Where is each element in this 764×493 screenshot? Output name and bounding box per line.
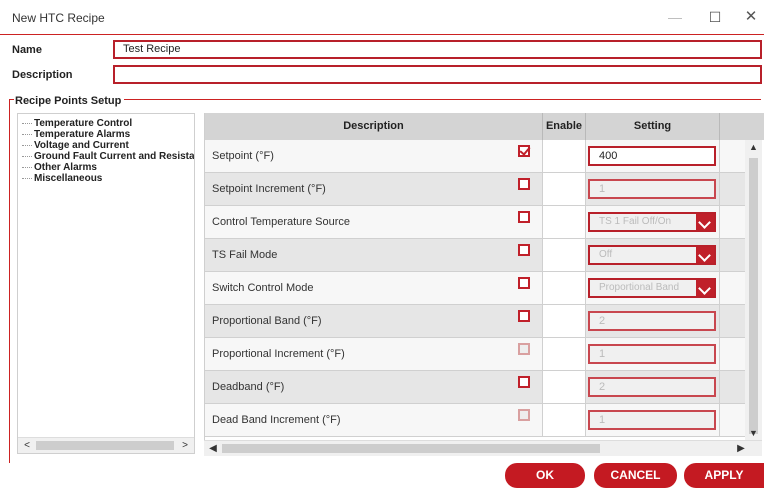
table-row[interactable]: Proportional Band (°F) 2 [205,305,764,338]
row-enable-cell [543,239,586,272]
tree-item-temperature-control[interactable]: Temperature Control [22,118,132,129]
column-header-enable[interactable]: Enable [543,113,586,140]
enable-checkbox[interactable] [518,211,530,223]
table-row[interactable]: Control Temperature Source TS 1 Fail Off/… [205,206,764,239]
scroll-up-icon[interactable]: ▲ [745,140,762,154]
table-row[interactable]: Switch Control Mode Proportional Band [205,272,764,305]
ok-button[interactable]: OK [505,463,585,488]
chevron-down-icon[interactable] [696,247,714,263]
tree-item-label: Voltage and Current [34,140,129,151]
row-description: Switch Control Mode [205,272,543,305]
tree-item-ground-fault[interactable]: Ground Fault Current and Resistanc [22,151,195,162]
table-row[interactable]: TS Fail Mode Off [205,239,764,272]
enable-checkbox[interactable] [518,409,530,421]
row-enable-cell [543,272,586,305]
row-description: Deadband (°F) [205,371,543,404]
column-header-setting[interactable]: Setting [586,113,720,140]
table-row[interactable]: Deadband (°F) 2 [205,371,764,404]
scroll-thumb[interactable] [749,158,758,434]
row-enable-cell [543,305,586,338]
enable-checkbox[interactable] [518,343,530,355]
tree-item-voltage-current[interactable]: Voltage and Current [22,140,129,151]
enable-checkbox[interactable] [518,178,530,190]
row-description: Proportional Band (°F) [205,305,543,338]
enable-checkbox[interactable] [518,277,530,289]
enable-checkbox[interactable] [518,310,530,322]
table-row[interactable]: Setpoint Increment (°F) 1 [205,173,764,206]
row-enable-cell [543,338,586,371]
scroll-down-icon[interactable]: ▼ [745,426,762,440]
table-row[interactable]: Setpoint (°F) 400 [205,140,764,173]
scroll-left-icon[interactable]: < [20,438,34,453]
minimize-icon[interactable]: — [660,6,690,28]
category-tree[interactable]: Temperature Control Temperature Alarms V… [17,113,195,454]
tree-item-label: Other Alarms [34,162,97,173]
description-field[interactable] [113,65,762,84]
cancel-button[interactable]: CANCEL [594,463,677,488]
scroll-right-icon[interactable]: > [178,438,192,453]
maximize-icon[interactable]: ☐ [700,6,730,28]
grid-hscrollbar[interactable]: ◀ ▶ [204,440,762,456]
row-enable-cell [543,206,586,239]
setting-dropdown-value: Off [599,249,613,260]
row-description: Setpoint (°F) [205,140,543,173]
setting-dropdown[interactable]: Proportional Band [588,278,716,298]
setting-dropdown-value: Proportional Band [599,282,680,293]
tree-hscrollbar[interactable]: < > [18,437,194,453]
setting-dropdown[interactable]: Off [588,245,716,265]
setting-input[interactable]: 2 [588,311,716,331]
scroll-thumb[interactable] [222,444,600,453]
chevron-down-icon[interactable] [696,214,714,230]
table-row[interactable]: Dead Band Increment (°F) 1 [205,404,764,437]
row-description: Setpoint Increment (°F) [205,173,543,206]
table-row[interactable]: Proportional Increment (°F) 1 [205,338,764,371]
scroll-left-icon[interactable]: ◀ [206,441,220,456]
recipe-points-grid: Description Enable Setting Setpoint (°F)… [204,113,764,454]
enable-checkbox[interactable] [518,244,530,256]
group-title: Recipe Points Setup [14,95,125,107]
tree-item-label: Temperature Control [34,118,133,129]
name-field[interactable]: Test Recipe [113,40,762,59]
setting-input[interactable]: 1 [588,410,716,430]
enable-checkbox[interactable] [518,376,530,388]
row-enable-cell [543,173,586,206]
row-description: Control Temperature Source [205,206,543,239]
grid-vscrollbar[interactable]: ▲ ▼ [745,140,762,440]
tree-item-temperature-alarms[interactable]: Temperature Alarms [22,129,130,140]
window-title: New HTC Recipe [12,11,105,25]
setting-input[interactable]: 2 [588,377,716,397]
title-bar: New HTC Recipe — ☐ ✕ [0,0,764,34]
tree-item-label: Temperature Alarms [34,129,131,140]
scroll-right-icon[interactable]: ▶ [734,441,748,456]
close-icon[interactable]: ✕ [736,6,764,28]
title-divider [0,34,764,35]
row-description: Dead Band Increment (°F) [205,404,543,437]
tree-item-miscellaneous[interactable]: Miscellaneous [22,173,102,184]
enable-checkbox[interactable] [518,145,530,157]
tree-item-label: Miscellaneous [34,173,103,184]
column-header-description[interactable]: Description [205,113,543,140]
setting-input[interactable]: 1 [588,179,716,199]
description-label: Description [12,69,73,81]
setting-input[interactable]: 400 [588,146,716,166]
column-header-extra [720,113,764,140]
setting-dropdown-value: TS 1 Fail Off/On [599,216,672,227]
setting-dropdown[interactable]: TS 1 Fail Off/On [588,212,716,232]
row-enable-cell [543,140,586,173]
tree-item-label: Ground Fault Current and Resistanc [34,151,195,162]
tree-item-other-alarms[interactable]: Other Alarms [22,162,97,173]
row-enable-cell [543,371,586,404]
row-description: Proportional Increment (°F) [205,338,543,371]
apply-button[interactable]: APPLY [684,463,764,488]
scroll-thumb[interactable] [36,441,174,450]
setting-input[interactable]: 1 [588,344,716,364]
row-enable-cell [543,404,586,437]
name-label: Name [12,44,42,56]
row-description: TS Fail Mode [205,239,543,272]
chevron-down-icon[interactable] [696,280,714,296]
